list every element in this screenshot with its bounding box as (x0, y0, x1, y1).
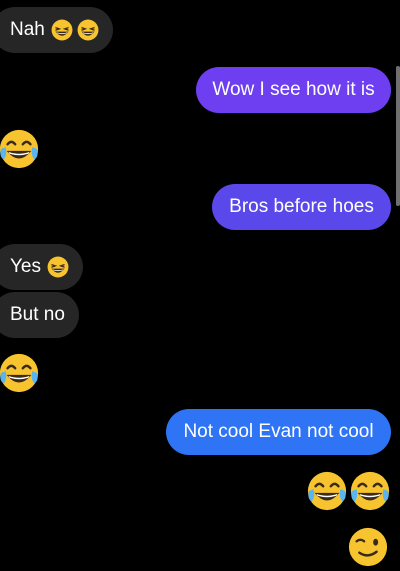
incoming-message-yes[interactable]: Yes (0, 244, 83, 290)
incoming-message-but-no[interactable]: But no (0, 292, 79, 338)
joy-emoji-icon[interactable] (0, 352, 40, 394)
message-text: Bros before hoes (229, 196, 374, 217)
outgoing-message-wow[interactable]: Wow I see how it is (196, 67, 391, 113)
incoming-message-nah[interactable]: Nah (0, 7, 113, 53)
message-text: Yes (10, 256, 41, 277)
message-text: Not cool Evan not cool (183, 421, 374, 442)
grin-squint-emoji-icon (47, 256, 69, 278)
grin-squint-emoji-icon (77, 19, 99, 41)
joy-emoji-icon[interactable] (349, 470, 391, 512)
grin-squint-emoji-icon (51, 19, 73, 41)
wink-emoji-icon[interactable] (347, 526, 389, 568)
scrollbar[interactable] (396, 66, 400, 206)
message-text: But no (10, 304, 65, 325)
message-text: Wow I see how it is (212, 79, 375, 100)
joy-emoji-icon[interactable] (0, 128, 40, 170)
outgoing-message-not-cool[interactable]: Not cool Evan not cool (166, 409, 391, 455)
outgoing-message-bros[interactable]: Bros before hoes (212, 184, 391, 230)
message-text: Nah (10, 19, 45, 40)
joy-emoji-icon[interactable] (306, 470, 348, 512)
